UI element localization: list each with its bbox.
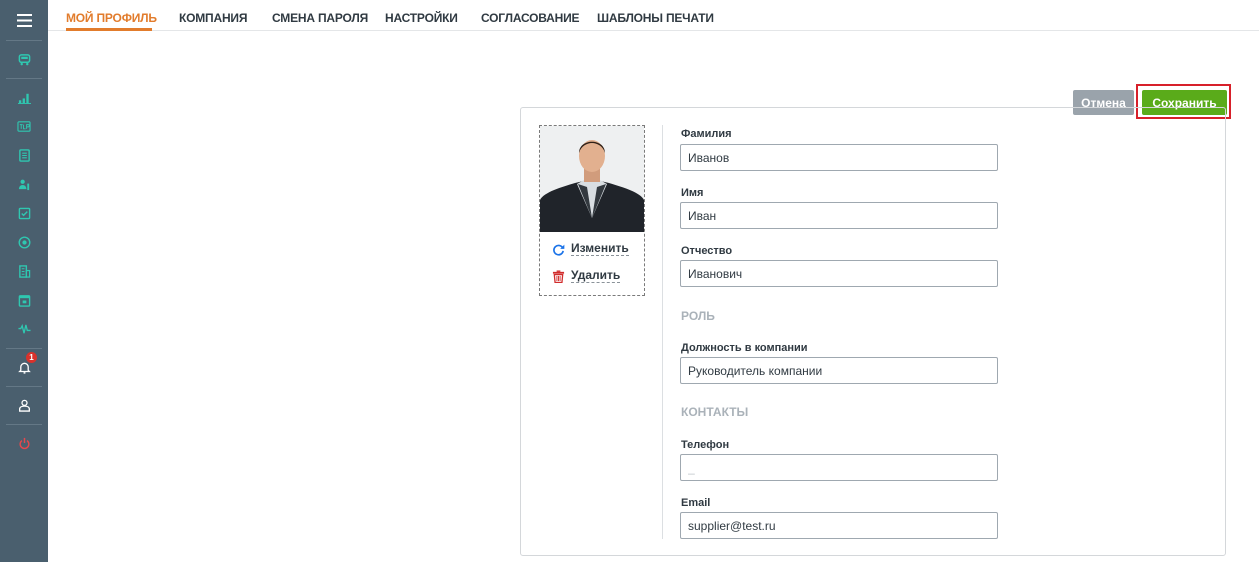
sidebar-divider — [6, 40, 42, 41]
sidebar-item-calendar[interactable] — [0, 286, 48, 315]
panel-divider — [662, 125, 663, 539]
menu-icon — [16, 13, 32, 27]
change-photo-link[interactable]: Изменить — [552, 242, 629, 256]
building-icon — [18, 265, 30, 278]
document-icon — [18, 149, 30, 162]
sidebar-item-targets[interactable] — [0, 228, 48, 257]
sidebar-item-company[interactable] — [0, 257, 48, 286]
active-tab-indicator — [66, 28, 152, 31]
checklist-icon — [18, 207, 30, 220]
bell-icon — [17, 362, 31, 374]
tab-settings[interactable]: НАСТРОЙКИ — [385, 11, 458, 25]
power-icon — [19, 437, 29, 450]
avatar[interactable] — [540, 126, 644, 232]
email-label: Email — [681, 497, 711, 509]
trash-icon — [552, 269, 565, 283]
delete-photo-link[interactable]: Удалить — [552, 268, 621, 283]
sidebar-item-profile[interactable] — [0, 391, 48, 420]
sidebar-item-notifications[interactable]: 1 — [0, 352, 48, 382]
change-photo-label: Изменить — [571, 241, 629, 256]
sidebar-item-transport[interactable] — [0, 45, 48, 74]
phone-label: Телефон — [681, 439, 730, 451]
sidebar-divider — [6, 424, 42, 425]
tab-bar: МОЙ ПРОФИЛЬ КОМПАНИЯ СМЕНА ПАРОЛЯ НАСТРО… — [48, 0, 1259, 31]
delete-photo-label: Удалить — [571, 268, 621, 283]
email-field[interactable] — [680, 512, 998, 539]
last-name-field[interactable] — [680, 144, 998, 171]
position-field[interactable] — [680, 357, 998, 384]
sidebar-item-tasks[interactable] — [0, 199, 48, 228]
sidebar: 1 — [0, 0, 48, 562]
tab-print-templates[interactable]: ШАБЛОНЫ ПЕЧАТИ — [597, 11, 714, 25]
phone-field[interactable] — [680, 454, 998, 481]
sidebar-item-analytics[interactable] — [0, 83, 48, 112]
people-icon — [18, 179, 29, 191]
patronymic-label: Отчество — [681, 245, 733, 257]
role-section-heading: РОЛЬ — [681, 309, 715, 323]
sidebar-item-documents[interactable] — [0, 141, 48, 170]
bar-chart-icon — [17, 93, 31, 104]
patronymic-field[interactable] — [680, 260, 998, 287]
refresh-icon — [553, 244, 565, 256]
sidebar-item-tlp[interactable] — [0, 112, 48, 141]
menu-toggle[interactable] — [0, 0, 48, 40]
sidebar-item-monitoring[interactable] — [0, 315, 48, 344]
tlp-icon — [17, 121, 31, 132]
sidebar-item-users[interactable] — [0, 170, 48, 199]
sidebar-item-logout[interactable] — [0, 429, 48, 458]
target-icon — [18, 236, 30, 249]
sidebar-divider — [6, 78, 42, 79]
user-icon — [18, 399, 30, 412]
truck-icon — [18, 54, 30, 66]
contacts-section-heading: КОНТАКТЫ — [681, 405, 749, 419]
calendar-icon — [18, 295, 30, 307]
pulse-icon — [17, 323, 31, 334]
tab-company[interactable]: КОМПАНИЯ — [179, 11, 247, 25]
first-name-label: Имя — [681, 187, 704, 199]
tab-my-profile[interactable]: МОЙ ПРОФИЛЬ — [66, 11, 157, 25]
last-name-label: Фамилия — [681, 128, 732, 140]
notification-badge: 1 — [26, 352, 37, 363]
first-name-field[interactable] — [680, 202, 998, 229]
tab-approval[interactable]: СОГЛАСОВАНИЕ — [481, 11, 580, 25]
tab-change-password[interactable]: СМЕНА ПАРОЛЯ — [272, 11, 368, 25]
position-label: Должность в компании — [681, 342, 808, 354]
avatar-panel: Изменить Удалить — [539, 125, 645, 296]
sidebar-divider — [6, 348, 42, 349]
sidebar-divider — [6, 386, 42, 387]
